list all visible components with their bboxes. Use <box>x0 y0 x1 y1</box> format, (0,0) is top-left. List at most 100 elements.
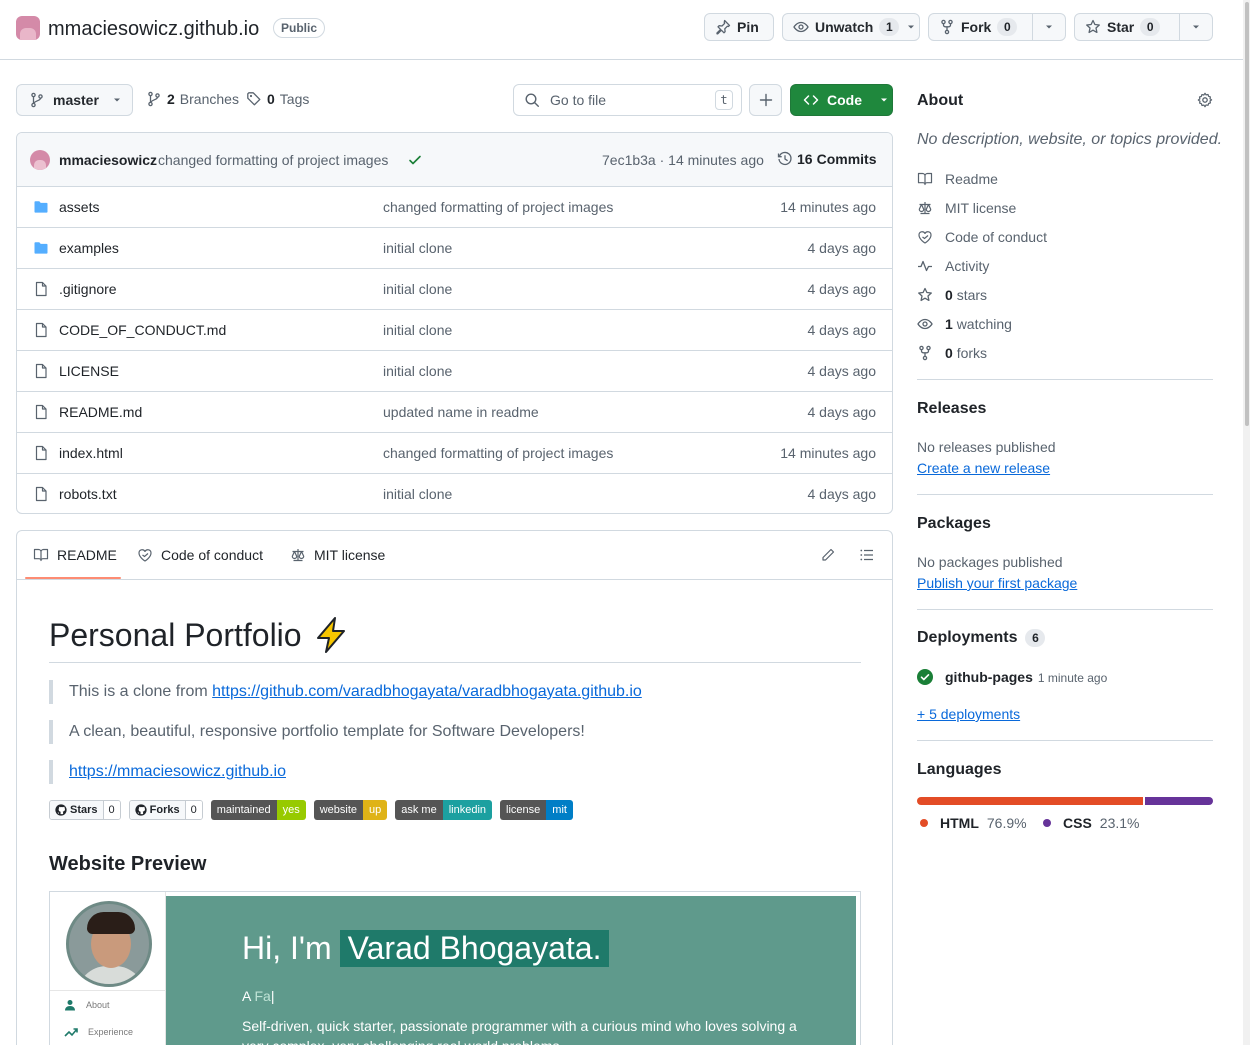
visibility-badge: Public <box>273 18 326 38</box>
file-name[interactable]: .gitignore <box>59 281 117 297</box>
tab-code-of-conduct[interactable]: Code of conduct <box>137 547 263 563</box>
add-file-button[interactable] <box>749 84 782 116</box>
file-name[interactable]: README.md <box>59 404 142 420</box>
outline-button[interactable] <box>859 547 875 563</box>
lightning-icon <box>312 616 350 654</box>
repo-name[interactable]: mmaciesowicz.github.io <box>48 16 259 42</box>
sidebar-license-link[interactable]: MIT license <box>917 200 1016 216</box>
commit-author-avatar[interactable] <box>30 150 50 170</box>
commits-link[interactable]: 16 Commits <box>777 151 876 167</box>
branches-link[interactable]: 2 Branches <box>146 91 239 107</box>
file-name[interactable]: LICENSE <box>59 363 119 379</box>
star-icon <box>1085 19 1101 35</box>
file-row[interactable]: CODE_OF_CONDUCT.md initial clone 4 days ag… <box>17 310 892 351</box>
branch-selector[interactable]: master <box>16 84 133 116</box>
preview-greeting-prefix: Hi, I'm <box>242 930 332 966</box>
clone-source-link[interactable]: https://github.com/varadbhogayata/varadb… <box>212 683 642 700</box>
deployments-count: 6 <box>1025 629 1046 647</box>
commit-hash-time[interactable]: 7ec1b3a · 14 minutes ago <box>602 152 764 168</box>
unwatch-button[interactable]: Unwatch 1 <box>783 14 903 40</box>
maintained-badge[interactable]: maintained yes <box>210 800 306 820</box>
list-icon <box>859 547 875 563</box>
fork-dropdown[interactable] <box>1032 14 1065 40</box>
file-row[interactable]: robots.txt initial clone 4 days ago <box>17 474 892 513</box>
pin-button[interactable]: Pin <box>704 13 774 41</box>
deployment-github-pages[interactable]: github-pages 1 minute ago <box>917 669 1107 685</box>
packages-heading[interactable]: Packages <box>917 515 991 533</box>
file-commit-message[interactable]: initial clone <box>383 363 452 379</box>
go-to-file-input[interactable]: Go to file t <box>513 84 742 116</box>
file-commit-message[interactable]: initial clone <box>383 486 452 502</box>
sidebar-forks-link[interactable]: 0 forks <box>917 345 987 361</box>
scrollbar-thumb[interactable] <box>1245 2 1249 426</box>
file-name[interactable]: robots.txt <box>59 486 117 502</box>
tab-mit-license[interactable]: MIT license <box>290 547 385 563</box>
file-row[interactable]: examples initial clone 4 days ago <box>17 228 892 269</box>
edit-about-button[interactable] <box>1197 92 1213 108</box>
forks-badge[interactable]: Forks 0 <box>128 800 203 820</box>
language-item[interactable]: HTML 76.9% <box>920 815 1027 831</box>
file-icon <box>33 445 49 461</box>
file-row[interactable]: assets changed formatting of project imag… <box>17 187 892 228</box>
create-release-link[interactable]: Create a new release <box>917 460 1050 476</box>
language-item[interactable]: CSS 23.1% <box>1043 815 1140 831</box>
tags-link[interactable]: 0 Tags <box>246 91 309 107</box>
file-name[interactable]: examples <box>59 240 119 256</box>
sidebar-conduct-link[interactable]: Code of conduct <box>917 229 1047 245</box>
sidebar-stars-link[interactable]: 0 stars <box>917 287 987 303</box>
fork-count: 0 <box>997 18 1018 36</box>
code-button[interactable]: Code <box>790 84 893 116</box>
file-list: assets changed formatting of project imag… <box>17 187 892 513</box>
fork-icon <box>939 19 955 35</box>
commit-message[interactable]: changed formatting of project images <box>158 152 388 168</box>
owner-avatar[interactable] <box>16 16 40 40</box>
tab-readme[interactable]: README <box>33 547 117 563</box>
file-commit-message[interactable]: initial clone <box>383 322 452 338</box>
check-icon[interactable] <box>407 152 423 168</box>
maintained-badge-value: yes <box>276 800 306 820</box>
readme-panel: README Code of conduct MIT license Perso… <box>16 530 893 1045</box>
star-button[interactable]: Star 0 <box>1075 14 1170 40</box>
file-row[interactable]: README.md updated name in readme 4 days ag… <box>17 392 892 433</box>
file-commit-message[interactable]: initial clone <box>383 240 452 256</box>
ask-me-badge[interactable]: ask me linkedin <box>395 800 493 820</box>
file-commit-message[interactable]: updated name in readme <box>383 404 539 420</box>
file-row[interactable]: index.html changed formatting of project … <box>17 433 892 474</box>
fork-button[interactable]: Fork 0 <box>929 14 1027 40</box>
watch-count: 1 <box>879 18 900 36</box>
file-commit-message[interactable]: changed formatting of project images <box>383 199 613 215</box>
caret-down-icon <box>1190 21 1202 33</box>
tab-license-label: MIT license <box>314 547 386 563</box>
stars-badge[interactable]: Stars 0 <box>49 800 121 820</box>
watch-dropdown[interactable] <box>903 14 925 40</box>
languages-heading: Languages <box>917 761 1002 778</box>
unwatch-label: Unwatch <box>815 19 874 35</box>
sidebar-readme-link[interactable]: Readme <box>917 171 998 187</box>
file-name[interactable]: assets <box>59 199 99 215</box>
file-commit-message[interactable]: initial clone <box>383 281 452 297</box>
preview-sidebar: About Experience <box>50 892 166 1045</box>
file-name[interactable]: CODE_OF_CONDUCT.md <box>59 322 226 338</box>
more-deployments-link[interactable]: + 5 deployments <box>917 706 1020 722</box>
deployments-heading: Deployments <box>917 629 1018 646</box>
edit-readme-button[interactable] <box>820 547 836 563</box>
file-row[interactable]: .gitignore initial clone 4 days ago <box>17 269 892 310</box>
license-badge[interactable]: license mit <box>500 800 573 820</box>
star-dropdown[interactable] <box>1179 14 1212 40</box>
website-badge[interactable]: website up <box>313 800 388 820</box>
sidebar-readme-label: Readme <box>945 171 998 187</box>
deployments-header[interactable]: Deployments 6 <box>917 629 1046 647</box>
about-description: No description, website, or topics provi… <box>917 131 1223 148</box>
shortcut-hint: t <box>715 90 733 110</box>
releases-heading[interactable]: Releases <box>917 400 986 418</box>
file-commit-message[interactable]: changed formatting of project images <box>383 445 613 461</box>
sidebar-watching-link[interactable]: 1 watching <box>917 316 1012 332</box>
website-badge-label: website <box>313 800 363 820</box>
publish-package-link[interactable]: Publish your first package <box>917 575 1077 591</box>
website-link[interactable]: https://mmaciesowicz.github.io <box>69 763 286 780</box>
sidebar-activity-link[interactable]: Activity <box>917 258 989 274</box>
commit-author[interactable]: mmaciesowicz <box>59 152 157 168</box>
file-row[interactable]: LICENSE initial clone 4 days ago <box>17 351 892 392</box>
file-name[interactable]: index.html <box>59 445 123 461</box>
language-name: HTML <box>940 815 979 831</box>
